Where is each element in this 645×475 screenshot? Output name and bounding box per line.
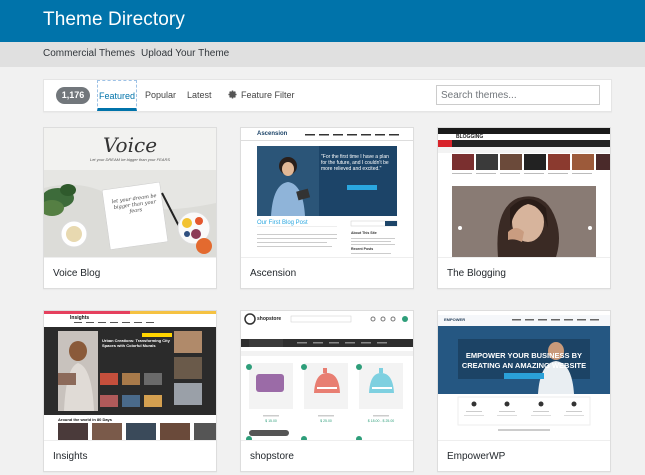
preview-price-2: $ 25.00	[320, 419, 332, 423]
preview-sidebar-subtitle: Recent Posts	[351, 247, 374, 251]
nav-upload-theme[interactable]: Upload Your Theme	[141, 48, 229, 59]
preview-footer-heading: Around the world in 80 Days	[58, 417, 113, 422]
theme-screenshot: shopstore $ 15.00 $ 25.00 $ 18.00 - $ 25…	[241, 311, 413, 440]
theme-screenshot: EMPOWER EMPOWER YOUR BUSINESS BY CREATIN…	[438, 311, 610, 440]
preview-price-1: $ 15.00	[265, 419, 277, 423]
page-header: Theme Directory	[0, 0, 645, 42]
theme-card-the-blogging[interactable]: BLOGGING The Blogging	[437, 127, 611, 289]
theme-card-insights[interactable]: Insights Urban Creations: Transforming C…	[43, 310, 217, 472]
sub-navigation: Commercial Themes Upload Your Theme	[0, 42, 645, 67]
theme-count-badge: 1,176	[56, 87, 90, 104]
nav-commercial-themes[interactable]: Commercial Themes	[43, 48, 135, 59]
page-title: Theme Directory	[43, 9, 185, 30]
preview-logo: BLOGGING	[456, 134, 484, 140]
theme-screenshot: Ascension "For the first time I have a p…	[241, 128, 413, 257]
theme-name: Ascension	[241, 257, 413, 288]
preview-hero-line1: EMPOWER YOUR BUSINESS BY	[465, 351, 583, 360]
preview-logo: Insights	[70, 315, 90, 321]
preview-tagline: Let your DREAM be bigger than your FEARS	[89, 157, 171, 162]
preview-price-3: $ 18.00 - $ 25.00	[367, 419, 395, 423]
theme-filter-bar: 1,176 Featured Popular Latest Feature Fi…	[43, 79, 612, 112]
theme-name: EmpowerWP	[438, 440, 610, 471]
preview-hero-quote: "For the first time I have a plan for th…	[321, 154, 389, 172]
search-themes-input[interactable]	[436, 85, 600, 105]
theme-screenshot: Voice Let your DREAM be bigger than your…	[44, 128, 216, 257]
tab-popular[interactable]: Popular	[145, 80, 176, 111]
preview-logo: Voice	[102, 133, 158, 157]
theme-card-voice-blog[interactable]: Voice Let your DREAM be bigger than your…	[43, 127, 217, 289]
theme-card-ascension[interactable]: Ascension "For the first time I have a p…	[240, 127, 414, 289]
preview-headline: Urban Creations: Transforming City Space…	[102, 338, 170, 348]
theme-card-empowerwp[interactable]: EMPOWER EMPOWER YOUR BUSINESS BY CREATIN…	[437, 310, 611, 472]
preview-logo: shopstore	[257, 316, 282, 322]
tab-latest[interactable]: Latest	[187, 80, 212, 111]
preview-hero-line2: CREATING AN AMAZING WEBSITE	[461, 361, 587, 370]
feature-filter-button[interactable]: Feature Filter	[228, 80, 295, 111]
theme-name: shopstore	[241, 440, 413, 471]
preview-logo: Ascension	[257, 131, 288, 137]
theme-screenshot: BLOGGING	[438, 128, 610, 257]
feature-filter-label: Feature Filter	[241, 90, 295, 100]
preview-logo: EMPOWER	[444, 317, 466, 322]
theme-name: Voice Blog	[44, 257, 216, 288]
theme-name: Insights	[44, 440, 216, 471]
tab-featured[interactable]: Featured	[97, 80, 138, 111]
theme-screenshot: Insights Urban Creations: Transforming C…	[44, 311, 216, 440]
preview-sidebar-title: About This Site	[351, 231, 377, 235]
preview-post-title: Our First Blog Post	[257, 220, 308, 226]
gear-icon	[228, 90, 237, 99]
theme-card-shopstore[interactable]: shopstore $ 15.00 $ 25.00 $ 18.00 - $ 25…	[240, 310, 414, 472]
theme-name: The Blogging	[438, 257, 610, 288]
